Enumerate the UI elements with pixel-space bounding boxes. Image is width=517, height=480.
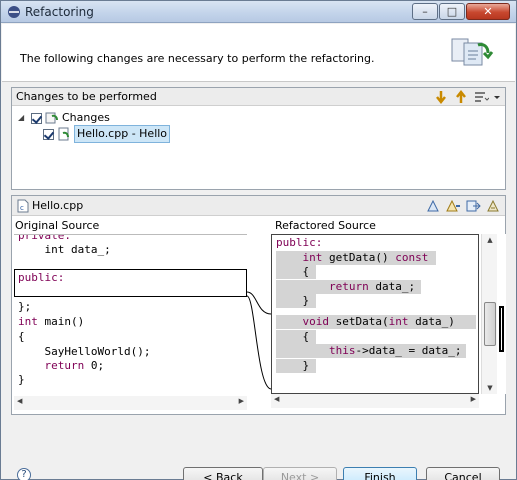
scrollbar-thumb[interactable] — [484, 302, 496, 346]
compare-toolbar — [421, 198, 501, 214]
minimize-button[interactable]: – — [412, 3, 438, 20]
eclipse-icon — [8, 6, 20, 18]
next-button[interactable]: Next > — [263, 467, 337, 480]
code-line: int data_; — [18, 243, 111, 256]
compare-header: c Hello.cpp — [12, 196, 505, 216]
original-source-title: Original Source — [15, 219, 100, 232]
back-button[interactable]: < Back — [183, 467, 263, 480]
code-keyword: this — [328, 344, 356, 357]
cpp-file-icon: c — [17, 199, 29, 213]
changes-checkbox[interactable] — [31, 112, 42, 124]
code-keyword: return — [44, 359, 85, 372]
tree-item-hello-cpp[interactable]: Hello.cpp - Hello — [40, 125, 171, 143]
code-line: this->data_ = data_; — [276, 344, 466, 358]
ignore-whitespace-icon[interactable] — [425, 198, 441, 214]
code-line: } — [276, 359, 316, 373]
code-line: int getData() const — [276, 251, 436, 265]
help-button[interactable]: ? — [17, 468, 31, 480]
code-line: public: — [276, 236, 323, 249]
scroll-up-arrow-icon[interactable]: ▲ — [482, 236, 498, 244]
code-line: void setData(int data_) — [276, 315, 476, 329]
refactored-source-title: Refactored Source — [275, 219, 376, 232]
code-line: private: — [18, 234, 71, 242]
dialog-banner: The following changes are necessary to p… — [2, 24, 515, 82]
code-line: { — [18, 330, 25, 343]
next-change-icon[interactable] — [433, 89, 449, 105]
code-keyword: int — [18, 315, 38, 328]
changes-icon — [45, 112, 58, 124]
code-line: public: — [18, 271, 65, 284]
window-title: Refactoring — [25, 5, 94, 19]
compare-panel: c Hello.cpp Original Source Refactored S… — [11, 195, 506, 415]
code-keyword: int — [302, 251, 323, 264]
scroll-right-arrow-icon[interactable]: ▶ — [239, 397, 244, 405]
tree-label-changes: Changes — [62, 111, 110, 124]
code-line: } — [18, 373, 25, 386]
close-button[interactable]: ✕ — [466, 3, 510, 20]
code-keyword: return — [328, 280, 369, 293]
finish-button[interactable]: Finish — [343, 467, 417, 480]
copy-left-icon[interactable] — [445, 198, 461, 214]
left-horizontal-scrollbar[interactable]: ◀ ▶ — [14, 396, 247, 410]
hello-cpp-checkbox[interactable] — [43, 128, 54, 140]
compare-file-name: Hello.cpp — [32, 199, 84, 212]
code-line: SayHelloWorld(); — [18, 345, 151, 358]
original-source-pane[interactable]: private: int data_; public: }; int main(… — [14, 234, 247, 404]
changes-header: Changes to be performed — [12, 88, 505, 106]
code-line: return data_; — [276, 280, 421, 294]
copy-right-icon[interactable] — [465, 198, 481, 214]
scroll-left-arrow-icon[interactable]: ◀ — [17, 397, 22, 405]
overview-change-marker[interactable] — [499, 306, 504, 352]
right-horizontal-scrollbar[interactable]: ◀ ▶ — [271, 394, 479, 408]
code-line: { — [276, 330, 316, 344]
code-line: int main() — [18, 315, 85, 328]
banner-message: The following changes are necessary to p… — [20, 52, 375, 65]
changes-tree: ◢ Changes Hello.cpp - Hello — [18, 110, 171, 143]
changes-panel: Changes to be performed ◢ Changes Hello.… — [11, 87, 506, 190]
next-difference-icon[interactable] — [485, 198, 501, 214]
view-menu-chevron-icon[interactable] — [493, 89, 501, 105]
title-bar[interactable]: Refactoring – □ ✕ — [1, 1, 516, 23]
previous-change-icon[interactable] — [453, 89, 469, 105]
tree-label-hello-cpp: Hello.cpp - Hello — [74, 125, 171, 143]
changes-header-label: Changes to be performed — [16, 90, 157, 103]
filter-icon[interactable] — [473, 89, 489, 105]
diff-overview-ruler[interactable] — [498, 234, 506, 394]
code-line: }; — [18, 300, 32, 313]
scroll-down-arrow-icon[interactable]: ▼ — [482, 384, 498, 392]
collapse-triangle-icon[interactable]: ◢ — [18, 110, 28, 126]
cancel-button[interactable]: Cancel — [426, 467, 500, 480]
code-line: { — [276, 265, 316, 279]
scroll-right-arrow-icon[interactable]: ▶ — [471, 395, 476, 403]
scroll-left-arrow-icon[interactable]: ◀ — [274, 395, 279, 403]
refactoring-dialog: Refactoring – □ ✕ The following changes … — [0, 0, 517, 480]
diff-connector — [247, 234, 271, 404]
code-line: return 0; — [44, 359, 105, 372]
code-line: } — [276, 294, 316, 308]
code-keyword: const — [395, 251, 429, 264]
window-controls: – □ ✕ — [411, 3, 510, 20]
cpp-file-change-icon — [58, 127, 69, 141]
changes-toolbar — [429, 89, 501, 105]
svg-text:c: c — [20, 204, 24, 212]
refactored-source-pane[interactable]: public: int getData() const { return dat… — [271, 234, 479, 394]
vertical-scrollbar[interactable]: ▲ ▼ — [481, 234, 497, 394]
tree-item-changes[interactable]: ◢ Changes — [18, 110, 170, 126]
code-keyword: void — [302, 315, 330, 328]
code-keyword: int — [388, 315, 409, 328]
refactoring-wizard-icon — [451, 38, 494, 66]
maximize-button[interactable]: □ — [439, 3, 465, 20]
